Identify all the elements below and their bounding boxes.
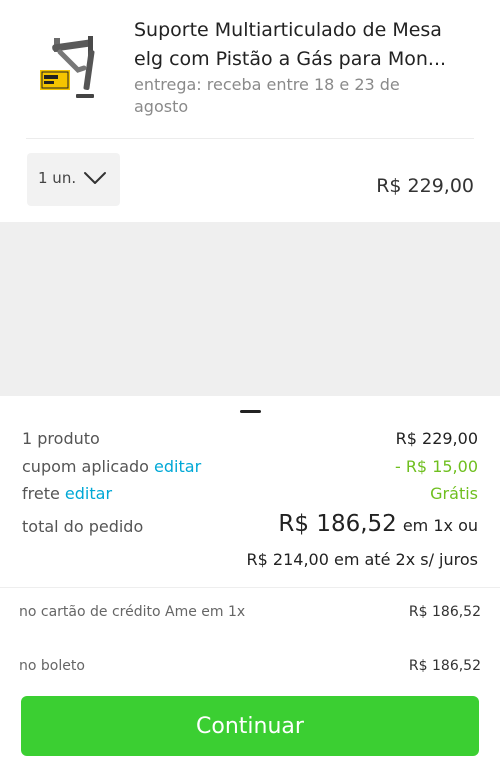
quantity-value: 1 un. xyxy=(38,169,77,187)
delivery-estimate: entrega: receba entre 18 e 23 de agosto xyxy=(134,75,400,116)
total-label: total do pedido xyxy=(22,517,144,536)
edit-coupon-link[interactable]: editar xyxy=(154,457,201,476)
cart-item-card: Suporte Multiarticulado de Mesa elg com … xyxy=(0,0,500,222)
products-count-label: 1 produto xyxy=(22,429,100,448)
payment-option-label: no cartão de crédito Ame em 1x xyxy=(19,604,246,620)
drag-handle[interactable] xyxy=(240,410,261,413)
payment-option-value: R$ 186,52 xyxy=(408,658,481,674)
coupon-discount: - R$ 15,00 xyxy=(394,457,478,476)
payment-option-value: R$ 186,52 xyxy=(408,604,481,620)
product-title[interactable]: Suporte Multiarticulado de Mesa elg com … xyxy=(134,16,474,74)
product-thumbnail[interactable] xyxy=(28,28,104,104)
order-summary-sheet: 1 produto R$ 229,00 cupom aplicado edita… xyxy=(0,396,500,772)
shipping-label: frete xyxy=(22,484,60,503)
total-suffix: em 1x ou xyxy=(402,516,478,535)
total-value: R$ 186,52 xyxy=(278,511,397,537)
divider xyxy=(26,138,474,139)
shipping-row: frete editar xyxy=(22,484,112,503)
products-subtotal: R$ 229,00 xyxy=(395,429,478,448)
chevron-down-icon xyxy=(84,172,106,184)
coupon-label: cupom aplicado xyxy=(22,457,149,476)
item-price: R$ 229,00 xyxy=(376,175,474,197)
divider xyxy=(0,587,500,588)
monitor-arm-product-image xyxy=(40,36,95,98)
continue-button[interactable]: Continuar xyxy=(21,696,479,756)
edit-shipping-link[interactable]: editar xyxy=(65,484,112,503)
installments-info: R$ 214,00 em até 2x s/ juros xyxy=(246,550,478,569)
shipping-value: Grátis xyxy=(430,484,478,503)
coupon-row: cupom aplicado editar xyxy=(22,457,201,476)
payment-option-label: no boleto xyxy=(19,658,85,674)
total-row: R$ 186,52 em 1x ou xyxy=(278,511,478,537)
quantity-select[interactable]: 1 un. xyxy=(27,153,120,206)
